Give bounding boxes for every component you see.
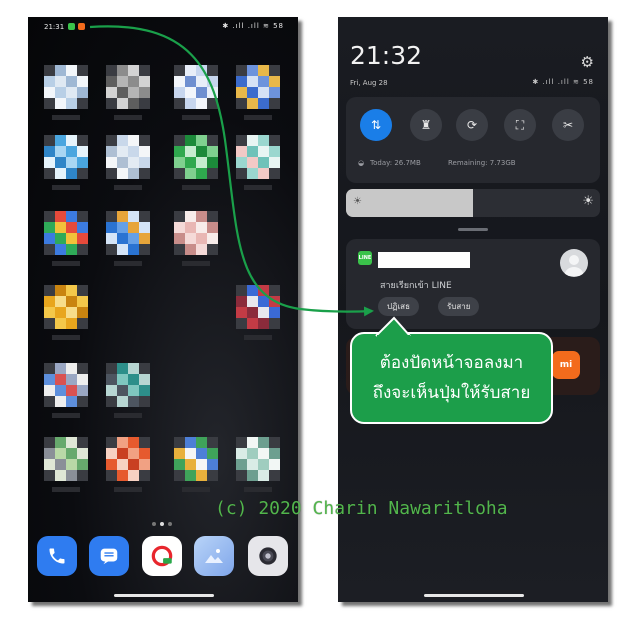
instruction-callout: ต้องปัดหน้าจอลงมา ถึงจะเห็นปุ่มให้รับสาย: [350, 316, 553, 424]
annotation-arrow: [89, 25, 374, 317]
callout-text: ต้องปัดหน้าจอลงมา ถึงจะเห็นปุ่มให้รับสาย: [352, 348, 551, 408]
copyright-watermark: (c) 2020 Charin Nawaritloha: [215, 498, 508, 519]
callout-line-1: ต้องปัดหน้าจอลงมา: [379, 353, 524, 373]
callout-line-2: ถึงจะเห็นปุ่มให้รับสาย: [372, 383, 531, 403]
callout-pointer: [375, 316, 411, 338]
